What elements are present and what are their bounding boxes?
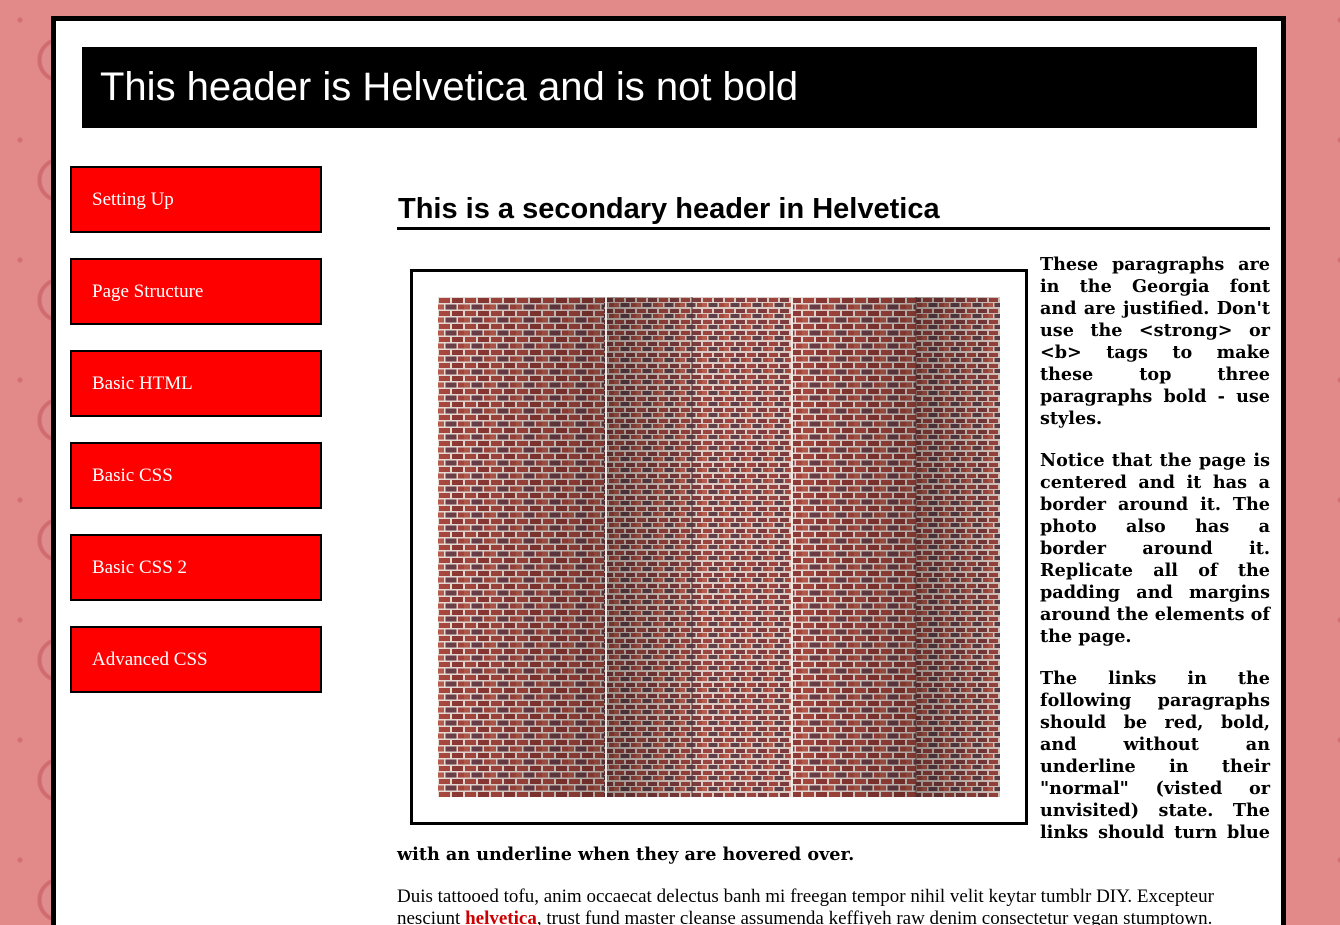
nav-item-basic-html[interactable]: Basic HTML bbox=[70, 350, 322, 417]
nav-item-setting-up[interactable]: Setting Up bbox=[70, 166, 322, 233]
sidebar-nav: Setting Up Page Structure Basic HTML Bas… bbox=[70, 166, 322, 718]
body-paragraph: Duis tattooed tofu, anim occaecat delect… bbox=[397, 886, 1270, 925]
nav-item-basic-css-2[interactable]: Basic CSS 2 bbox=[70, 534, 322, 601]
helvetica-link[interactable]: helvetica bbox=[465, 908, 537, 925]
body-text-end: , trust fund master cleanse assumenda ke… bbox=[536, 908, 1213, 925]
page-container: This header is Helvetica and is not bold… bbox=[51, 16, 1286, 925]
nav-item-advanced-css[interactable]: Advanced CSS bbox=[70, 626, 322, 693]
page-title: This header is Helvetica and is not bold bbox=[82, 47, 1257, 128]
secondary-header: This is a secondary header in Helvetica bbox=[397, 191, 1270, 230]
main-content: This is a secondary header in Helvetica bbox=[397, 191, 1270, 925]
brick-wall-photo bbox=[438, 297, 1000, 797]
nav-item-page-structure[interactable]: Page Structure bbox=[70, 258, 322, 325]
nav-item-basic-css[interactable]: Basic CSS bbox=[70, 442, 322, 509]
photo-frame bbox=[410, 269, 1028, 825]
